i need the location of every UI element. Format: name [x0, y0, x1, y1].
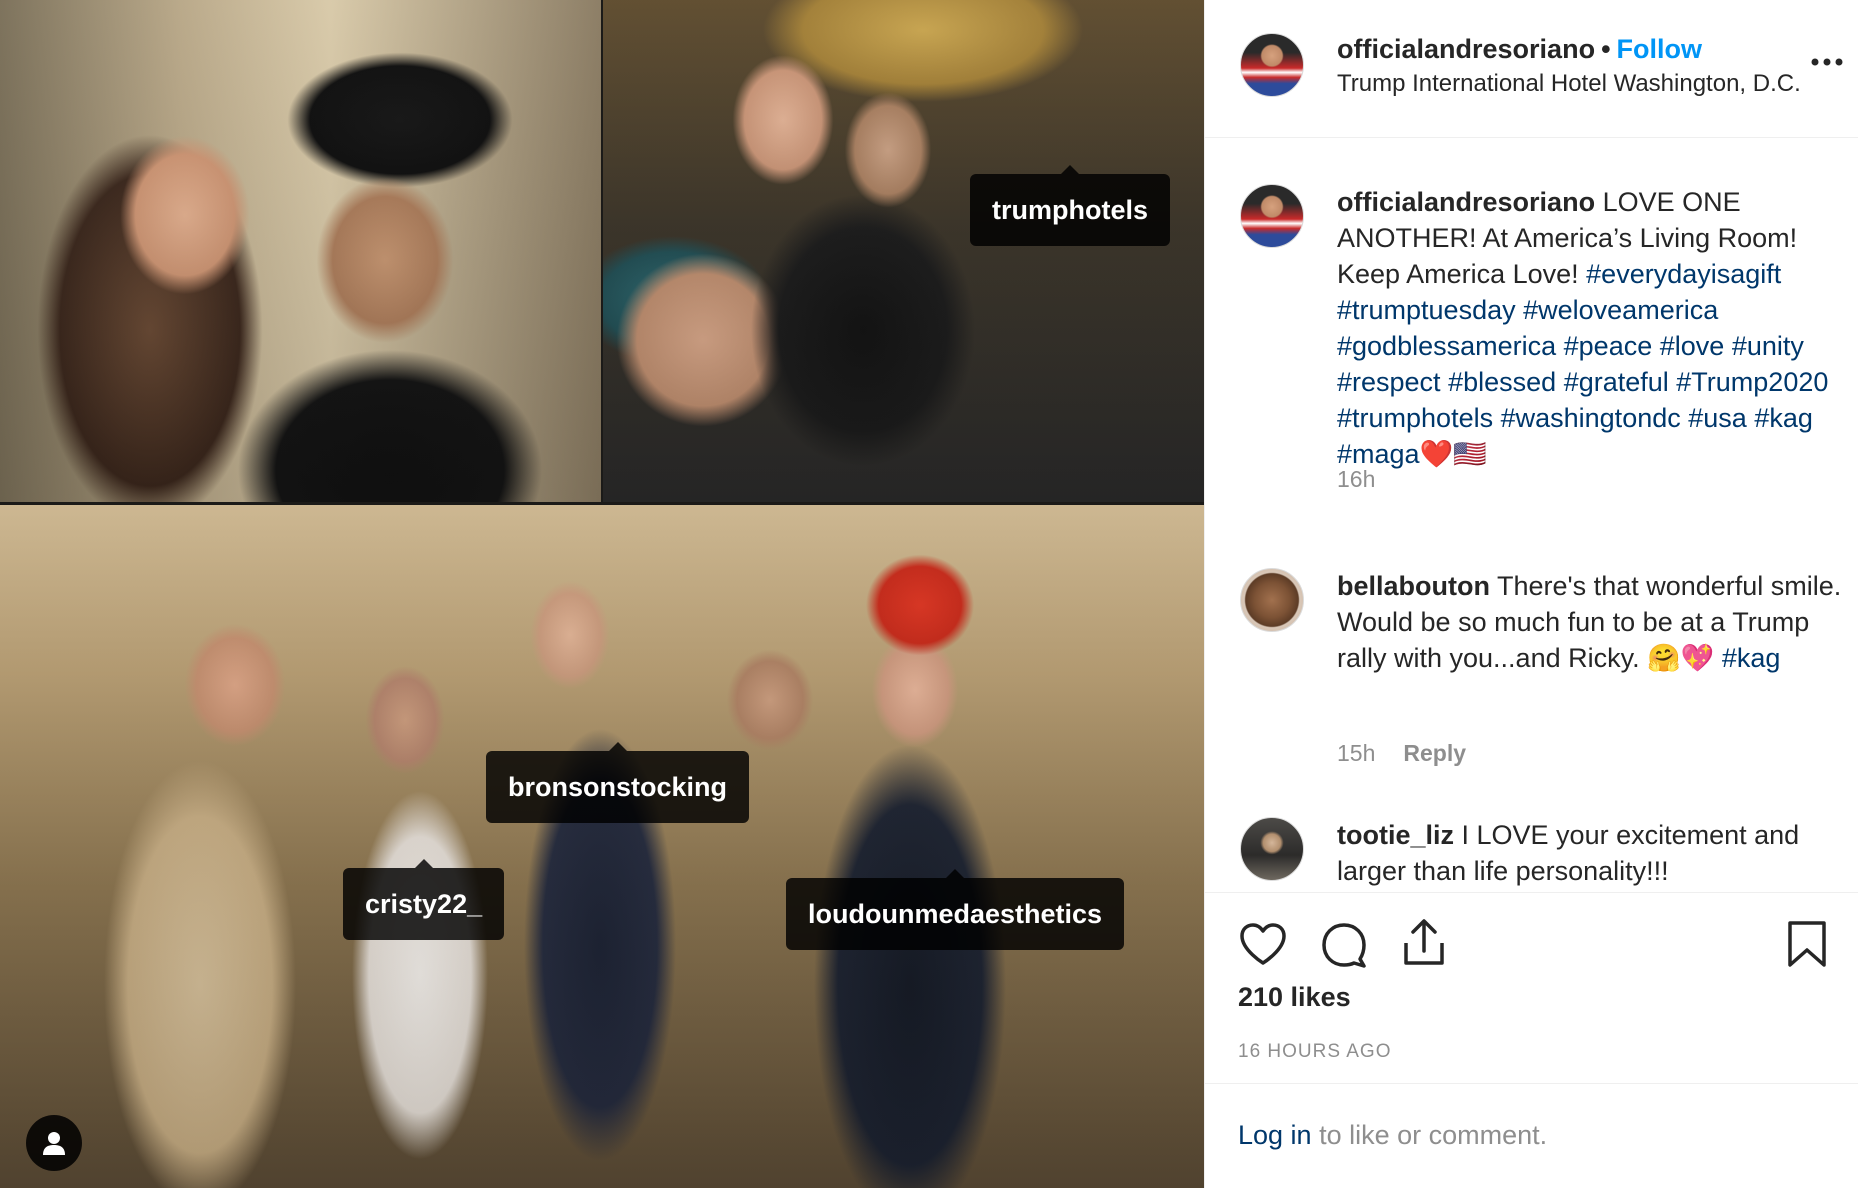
photo-bottom	[0, 505, 1204, 1188]
post-actions: 210 likes 16 HOURS AGO Log in to like or…	[1205, 892, 1858, 1189]
post-timestamp: 16 HOURS AGO	[1238, 1041, 1392, 1062]
comment-meta: 15h Reply	[1337, 740, 1466, 767]
hashtag-link[interactable]: #kag	[1722, 643, 1781, 673]
caption-time: 16h	[1337, 466, 1376, 492]
hashtag-link[interactable]: #kag	[1754, 403, 1813, 433]
photo-top-left	[0, 0, 601, 502]
caption-emoji: ❤️🇺🇸	[1419, 439, 1487, 469]
avatar[interactable]	[1240, 568, 1304, 632]
instagram-post: trumphotels bronsonstocking cristy22_ lo…	[0, 0, 1858, 1188]
header-username[interactable]: officialandresoriano	[1337, 34, 1595, 64]
hashtag-link[interactable]: #love	[1660, 331, 1725, 361]
hashtag-link[interactable]: #blessed	[1448, 367, 1556, 397]
avatar[interactable]	[1240, 817, 1304, 881]
hashtag-link[interactable]: #grateful	[1564, 367, 1669, 397]
user-tag-bronsonstocking[interactable]: bronsonstocking	[486, 742, 750, 823]
caption-username[interactable]: officialandresoriano	[1337, 187, 1595, 217]
hashtag-link[interactable]: #godblessamerica	[1337, 331, 1556, 361]
bookmark-icon[interactable]	[1786, 919, 1828, 969]
hashtag-link[interactable]: #unity	[1732, 331, 1804, 361]
comments-list[interactable]: officialandresoriano LOVE ONE ANOTHER! A…	[1205, 138, 1858, 892]
hashtag-link[interactable]: #maga	[1337, 439, 1420, 469]
hashtag-link[interactable]: #everydayisagift	[1586, 259, 1781, 289]
login-link[interactable]: Log in	[1238, 1120, 1312, 1150]
avatar[interactable]	[1240, 33, 1304, 97]
person-icon	[43, 1132, 65, 1155]
user-tag-trumphotels[interactable]: trumphotels	[970, 165, 1171, 246]
reply-button[interactable]: Reply	[1403, 740, 1466, 766]
follow-button[interactable]: Follow	[1617, 34, 1702, 64]
login-prompt: Log in to like or comment.	[1205, 1083, 1858, 1190]
more-options-icon[interactable]	[1809, 56, 1845, 68]
likes-count[interactable]: 210 likes	[1238, 982, 1351, 1013]
hashtag-link[interactable]: #respect	[1337, 367, 1441, 397]
separator-dot: •	[1601, 34, 1611, 64]
comment-username[interactable]: tootie_liz	[1337, 820, 1454, 850]
caption-text: officialandresoriano LOVE ONE ANOTHER! A…	[1337, 184, 1847, 472]
share-icon[interactable]	[1400, 917, 1448, 969]
login-text: Log in to like or comment.	[1238, 1120, 1547, 1151]
comment-username[interactable]: bellabouton	[1337, 571, 1490, 601]
photo-top-right	[603, 0, 1204, 502]
post-side-panel: officialandresoriano • Follow Trump Intern…	[1204, 0, 1858, 1188]
user-tag-cristy22[interactable]: cristy22_	[343, 859, 505, 940]
avatar[interactable]	[1240, 184, 1304, 248]
header-user-line: officialandresoriano • Follow	[1337, 34, 1702, 65]
hashtag-link[interactable]: #weloveamerica	[1523, 295, 1718, 325]
hashtag-link[interactable]: #usa	[1688, 403, 1747, 433]
hashtag-link[interactable]: #peace	[1564, 331, 1653, 361]
post-media[interactable]: trumphotels bronsonstocking cristy22_ lo…	[0, 0, 1204, 1188]
comment-text: bellabouton There's that wonderful smile…	[1337, 568, 1847, 676]
location-link[interactable]: Trump International Hotel Washington, D.…	[1337, 70, 1801, 98]
comment-time: 15h	[1337, 740, 1376, 766]
hashtag-link[interactable]: #washingtondc	[1501, 403, 1681, 433]
hashtag-link[interactable]: #trumptuesday	[1337, 295, 1516, 325]
comment-text: tootie_liz I LOVE your excitement and la…	[1337, 817, 1847, 889]
show-tags-button[interactable]	[26, 1115, 82, 1171]
heart-icon[interactable]	[1238, 921, 1288, 967]
post-header: officialandresoriano • Follow Trump Intern…	[1205, 0, 1858, 138]
hashtag-link[interactable]: #trumphotels	[1337, 403, 1493, 433]
comment-icon[interactable]	[1320, 921, 1368, 969]
login-rest: to like or comment.	[1311, 1120, 1548, 1150]
hashtag-link[interactable]: #Trump2020	[1676, 367, 1828, 397]
user-tag-loudounmedaesthetics[interactable]: loudounmedaesthetics	[786, 869, 1125, 950]
